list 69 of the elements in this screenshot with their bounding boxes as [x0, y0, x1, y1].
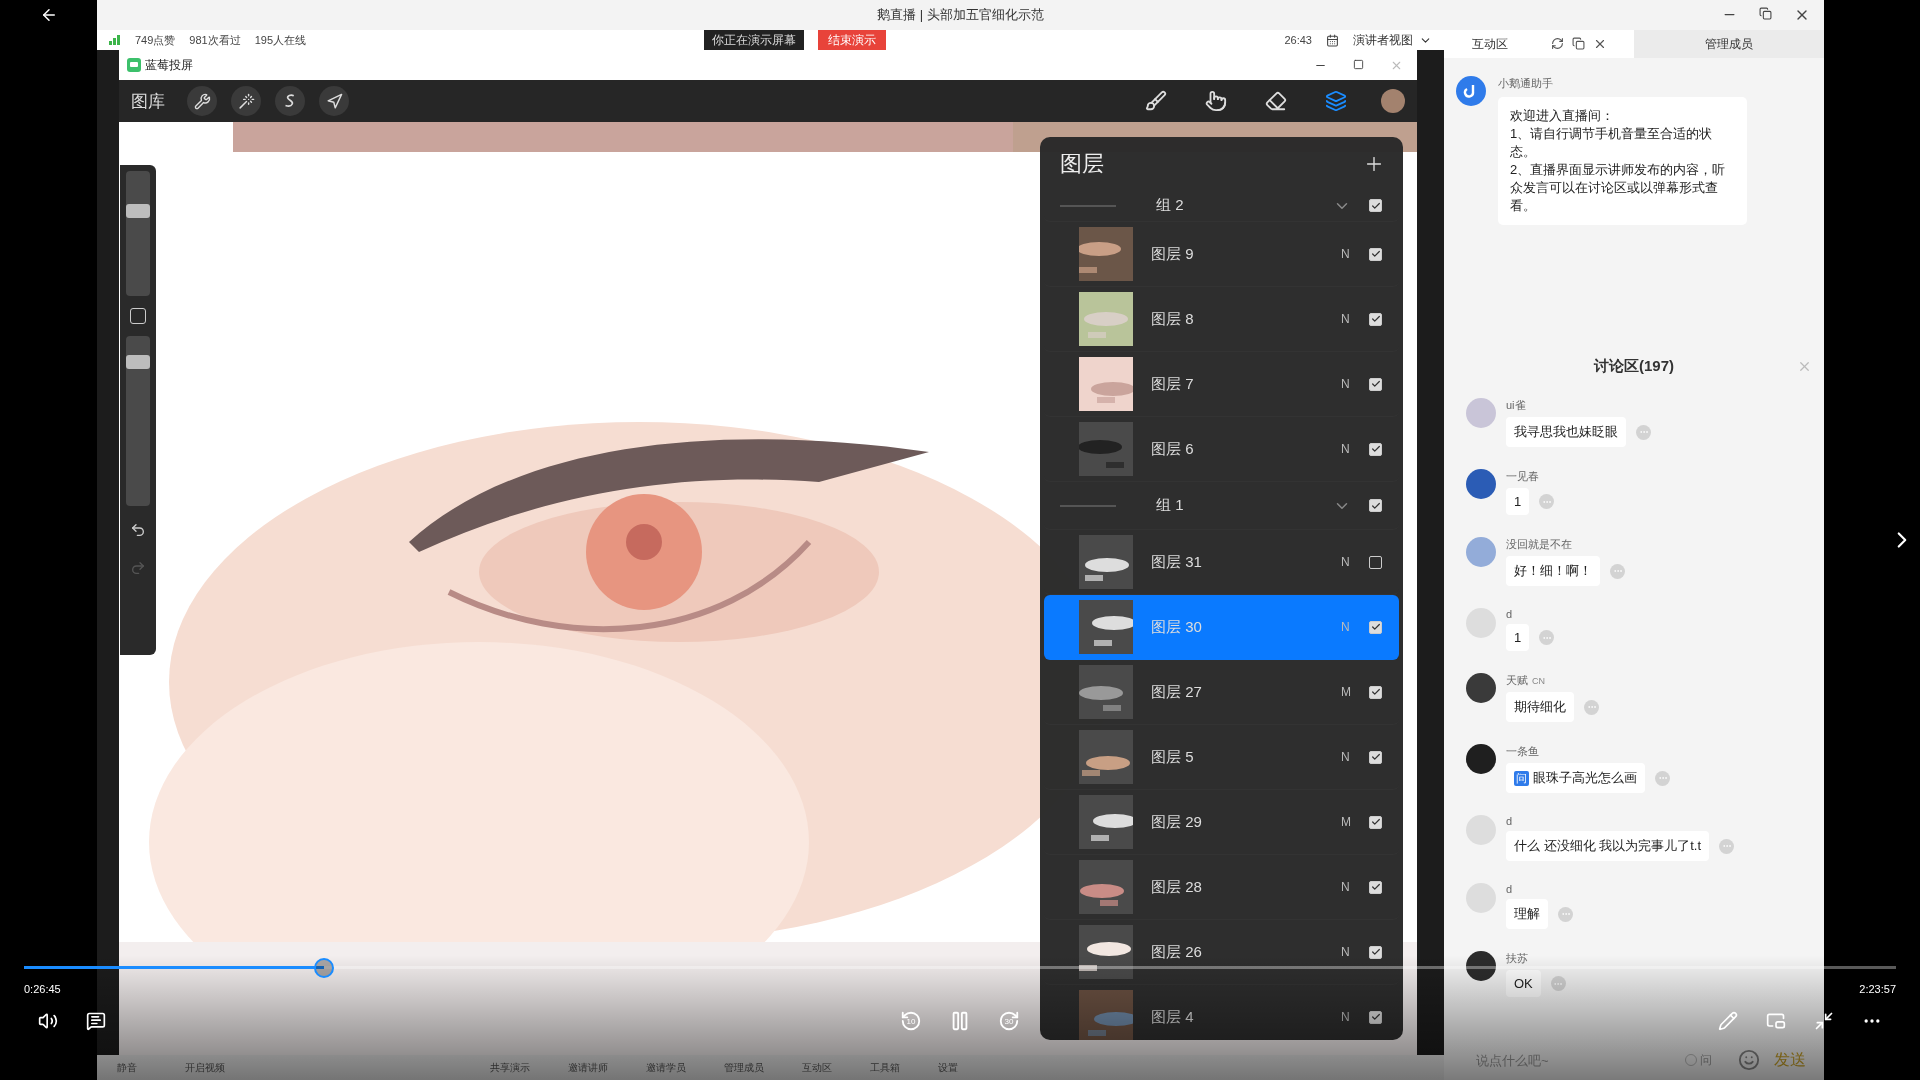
chat-message: 我寻思我也妹眨眼 — [1506, 417, 1626, 447]
popout-icon[interactable] — [1571, 37, 1585, 50]
finger-icon[interactable] — [1205, 90, 1227, 112]
sender-name: 天赋 CN — [1506, 673, 1546, 688]
welcome-message: 欢迎进入直播间： 1、请自行调节手机音量至合适的状态。 2、直播界面显示讲师发布的内容，听众发言可以在讨论区或以弹幕形式查看。 — [1498, 97, 1747, 225]
calendar-icon — [1326, 33, 1339, 47]
sender-name: 一见春 — [1506, 469, 1540, 484]
window-title: 鹅直播 | 头部加五官细化示范 — [877, 6, 1044, 24]
views-count: 981次看过 — [189, 32, 241, 48]
tool-button[interactable] — [319, 86, 349, 116]
chat-message: 1 — [1506, 624, 1530, 651]
subtitles-icon[interactable] — [86, 1011, 106, 1031]
sender-name: 没回就是不在 — [1506, 537, 1573, 552]
tool-button[interactable] — [231, 86, 261, 116]
chat-message: 问 眼珠子高光怎么画 — [1506, 763, 1645, 793]
tool-button[interactable] — [187, 86, 217, 116]
view-mode-dropdown[interactable]: 演讲者视图 — [1353, 31, 1444, 49]
toolbar-item[interactable]: 共享演示 — [490, 1060, 530, 1075]
toolbar-item[interactable]: 工具箱 — [870, 1060, 900, 1075]
likes-count: 749点赞 — [135, 32, 176, 48]
refresh-icon[interactable] — [1550, 37, 1564, 50]
volume-icon[interactable] — [38, 1011, 58, 1031]
toolbar-item[interactable]: 静音 — [117, 1060, 137, 1075]
shrink-icon[interactable] — [1814, 1011, 1834, 1031]
panel-tab[interactable]: 互动区 — [1444, 30, 1634, 58]
sender-name: 一条鱼 — [1506, 744, 1540, 759]
arrow-cursor-icon — [325, 92, 343, 110]
toolbar-item[interactable]: 邀请学员 — [646, 1060, 686, 1075]
region-label: CN — [1532, 676, 1545, 686]
online-count: 195人在线 — [254, 32, 307, 48]
toolbar-item[interactable]: 设置 — [938, 1060, 958, 1075]
chat-message: 期待细化 — [1506, 692, 1574, 722]
presenting-label: 你正在演示屏幕 — [704, 30, 805, 50]
toolbar-item[interactable]: 开启视频 — [185, 1060, 225, 1075]
sender-name: ui雀 — [1506, 398, 1527, 413]
chat-message: 好！细！啊！ — [1506, 556, 1600, 586]
chat-message: 理解 — [1506, 899, 1548, 929]
wand-icon — [237, 92, 255, 110]
color-swatch[interactable] — [1381, 89, 1405, 113]
end-presentation-button[interactable]: 结束演示 — [818, 30, 887, 50]
emoji-icon[interactable] — [1738, 1049, 1760, 1071]
wrench-icon — [193, 92, 211, 110]
question-badge: 问 — [1514, 770, 1529, 786]
chat-message: OK — [1506, 970, 1541, 997]
eraser-icon[interactable] — [1265, 90, 1287, 112]
timer: 26:43 — [1284, 34, 1312, 46]
app-logo-icon — [127, 58, 141, 72]
maximize-icon[interactable] — [1353, 58, 1364, 72]
gallery-button[interactable]: 图库 — [131, 89, 173, 113]
elapsed-time: 0:26:45 — [24, 983, 61, 995]
chat-message: 什么 还没细化 我以为完事儿了t.t — [1506, 831, 1710, 861]
toolbar-item[interactable]: 管理成员 — [724, 1060, 764, 1075]
sender-name: d — [1506, 608, 1514, 620]
sender-name: 扶苏 — [1506, 951, 1529, 966]
sender-name: d — [1506, 883, 1514, 895]
discussion-title: 讨论区(197) — [1594, 356, 1674, 376]
bot-avatar — [1456, 76, 1486, 106]
tool-button[interactable] — [275, 86, 305, 116]
toolbar-item[interactable]: 互动区 — [802, 1060, 832, 1075]
chat-message: 1 — [1506, 488, 1530, 515]
sender-name: d — [1506, 815, 1514, 827]
mirror-window-title: 蓝莓投屏 — [145, 56, 193, 74]
sender-name: 小鹅通助手 — [1498, 76, 1554, 91]
restore-icon[interactable] — [1759, 7, 1772, 23]
brush-icon[interactable] — [1145, 90, 1167, 112]
duration-time: 2:23:57 — [1859, 983, 1896, 995]
toolbar-item[interactable]: 邀请讲师 — [568, 1060, 608, 1075]
signal-icon — [109, 35, 121, 45]
layers-icon[interactable] — [1325, 90, 1347, 112]
